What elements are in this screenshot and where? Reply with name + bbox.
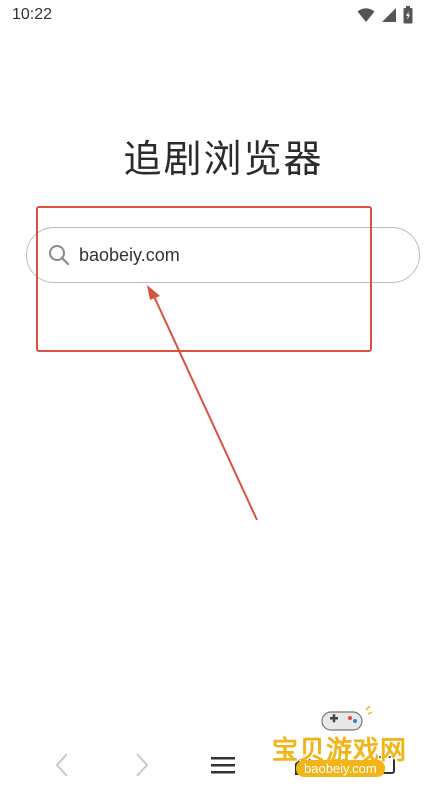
watermark-url: baobeiy.com (296, 760, 385, 777)
back-button[interactable] (44, 747, 80, 783)
annotation-highlight-box (36, 206, 372, 352)
status-time: 10:22 (12, 6, 53, 23)
annotation-arrow (147, 285, 258, 521)
status-icons (357, 6, 413, 28)
signal-icon (381, 7, 397, 27)
forward-button[interactable] (124, 747, 160, 783)
status-bar: 10:22 (0, 0, 447, 32)
menu-button[interactable] (205, 747, 241, 783)
chevron-right-icon (136, 753, 149, 777)
wifi-icon (357, 7, 375, 27)
hamburger-menu-icon (211, 757, 235, 774)
watermark: 宝贝游戏网 baobeiy.com (272, 706, 422, 786)
chevron-left-icon (55, 753, 68, 777)
battery-icon (403, 6, 413, 28)
app-title: 追剧浏览器 (123, 137, 324, 181)
